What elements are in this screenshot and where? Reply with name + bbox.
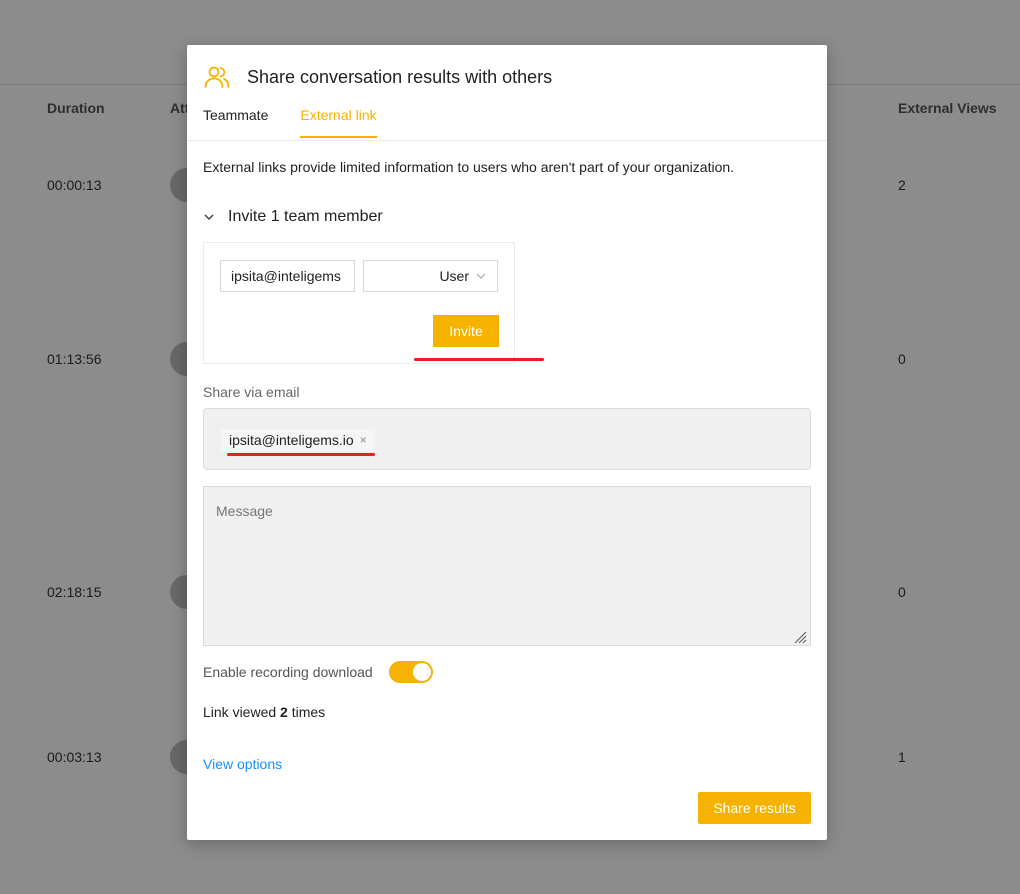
- message-textarea[interactable]: [203, 486, 811, 646]
- description-text: External links provide limited informati…: [203, 159, 735, 175]
- annotation-underline: [414, 358, 544, 361]
- recording-download-toggle[interactable]: [388, 661, 433, 683]
- share-via-email-label: Share via email: [203, 384, 300, 400]
- invite-section-toggle[interactable]: Invite 1 team member: [203, 208, 383, 226]
- resize-handle-icon[interactable]: [793, 630, 807, 644]
- modal-title: Share conversation results with others: [247, 66, 553, 87]
- role-select[interactable]: User: [363, 260, 498, 292]
- role-select-value: User: [439, 268, 469, 284]
- email-chip-text: ipsita@inteligems.io: [229, 432, 354, 448]
- close-icon[interactable]: ×: [360, 433, 367, 447]
- chevron-down-icon: [476, 273, 486, 279]
- link-viewed-count: 2: [280, 704, 288, 720]
- recording-download-row: Enable recording download: [203, 661, 433, 683]
- share-modal: Share conversation results with others T…: [187, 45, 827, 840]
- tab-external-link[interactable]: External link: [300, 107, 377, 138]
- link-viewed-text: Link viewed 2 times: [203, 704, 325, 720]
- invite-section-title: Invite 1 team member: [228, 208, 383, 225]
- toggle-knob: [412, 663, 431, 681]
- invite-panel: User Invite: [203, 242, 515, 364]
- link-viewed-prefix: Link viewed: [203, 704, 277, 720]
- toggle-label: Enable recording download: [203, 664, 373, 680]
- tab-divider: [187, 140, 827, 141]
- tab-bar: Teammate External link: [203, 107, 409, 138]
- link-viewed-suffix: times: [291, 704, 326, 720]
- chevron-down-icon: [204, 214, 214, 221]
- tab-teammate[interactable]: Teammate: [203, 107, 268, 138]
- email-chip: ipsita@inteligems.io ×: [221, 429, 375, 451]
- view-options-link[interactable]: View options: [203, 756, 282, 772]
- invite-email-input[interactable]: [220, 260, 355, 292]
- share-results-button[interactable]: Share results: [698, 792, 811, 824]
- share-email-input[interactable]: ipsita@inteligems.io ×: [203, 408, 811, 470]
- modal-header: Share conversation results with others: [203, 63, 552, 91]
- people-icon: [204, 66, 230, 88]
- annotation-underline: [227, 453, 375, 456]
- invite-button[interactable]: Invite: [433, 315, 499, 347]
